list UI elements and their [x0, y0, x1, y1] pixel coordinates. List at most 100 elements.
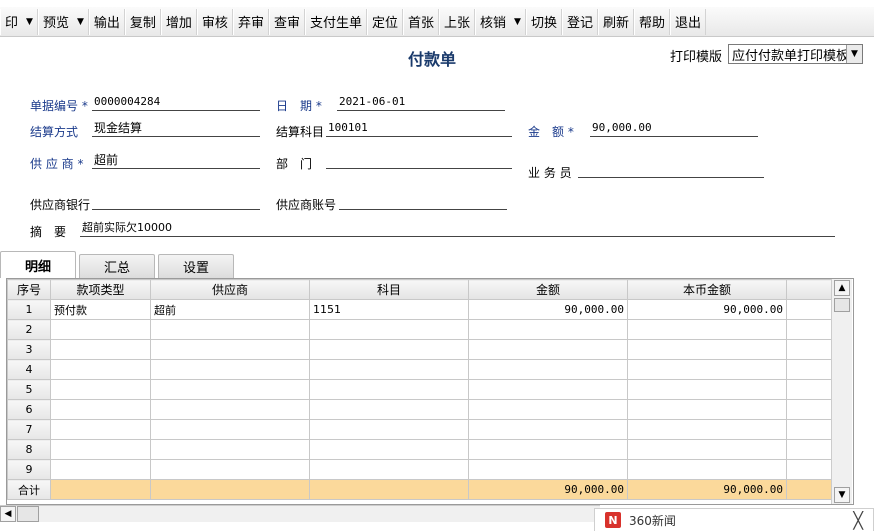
tab-detail[interactable]: 明细: [0, 251, 76, 278]
tab-summary[interactable]: 汇总: [79, 254, 155, 278]
salesperson-field[interactable]: [578, 162, 764, 178]
table-row[interactable]: 9: [7, 459, 835, 480]
cell-amount[interactable]: [468, 339, 628, 360]
cell-type[interactable]: [50, 459, 151, 480]
toolbar-button-17[interactable]: 退出: [670, 8, 707, 35]
toolbar-button-8[interactable]: 支付生单: [304, 8, 367, 35]
cell-account[interactable]: [309, 419, 469, 440]
cell-amount[interactable]: [468, 439, 628, 460]
cell-account[interactable]: [309, 379, 469, 400]
print-template-select[interactable]: 应付付款单打印模板 ▼: [728, 44, 863, 64]
cell-local-amount[interactable]: [627, 439, 787, 460]
scroll-thumb[interactable]: [834, 298, 850, 312]
scroll-left-icon[interactable]: ◀: [0, 506, 16, 522]
summary-field[interactable]: 超前实际欠10000: [80, 221, 835, 237]
cell-type[interactable]: [50, 439, 151, 460]
cell-type[interactable]: [50, 359, 151, 380]
cell-account[interactable]: [309, 459, 469, 480]
cell-supplier[interactable]: [150, 319, 310, 340]
vertical-scrollbar[interactable]: ▲ ▼: [831, 279, 852, 504]
toolbar-button-5[interactable]: 审核: [196, 8, 233, 35]
settle-account-field[interactable]: 100101: [326, 121, 512, 137]
cell-local-amount[interactable]: [627, 459, 787, 480]
cell-account[interactable]: [309, 319, 469, 340]
caret-down-icon[interactable]: ▼: [514, 17, 521, 27]
cell-type[interactable]: [50, 319, 151, 340]
toolbar-button-12[interactable]: 核销 ▼: [475, 8, 526, 35]
table-row[interactable]: 6: [7, 399, 835, 420]
cell-supplier[interactable]: [150, 339, 310, 360]
toolbar-button-1[interactable]: 预览 ▼: [37, 8, 89, 35]
cell-supplier[interactable]: [150, 419, 310, 440]
cell-supplier[interactable]: 超前: [150, 299, 310, 320]
cell-local-amount[interactable]: [627, 399, 787, 420]
table-row[interactable]: 4: [7, 359, 835, 380]
cell-local-amount[interactable]: [627, 379, 787, 400]
caret-down-icon[interactable]: ▼: [26, 17, 33, 27]
cell-account[interactable]: [309, 439, 469, 460]
cell-amount[interactable]: [468, 419, 628, 440]
column-header[interactable]: 科目: [309, 279, 469, 300]
cell-amount[interactable]: [468, 319, 628, 340]
department-field[interactable]: [326, 153, 512, 169]
toolbar-button-6[interactable]: 弃审: [232, 8, 269, 35]
cell-account[interactable]: [309, 339, 469, 360]
cell-type[interactable]: [50, 379, 151, 400]
cell-supplier[interactable]: [150, 399, 310, 420]
supplier-account-field[interactable]: [339, 194, 507, 210]
cell-local-amount[interactable]: [627, 419, 787, 440]
table-row[interactable]: 8: [7, 439, 835, 460]
cell-supplier[interactable]: [150, 459, 310, 480]
cell-supplier[interactable]: [150, 379, 310, 400]
cell-type[interactable]: 预付款: [50, 299, 151, 320]
scroll-up-icon[interactable]: ▲: [834, 280, 850, 296]
cell-type[interactable]: [50, 419, 151, 440]
date-field[interactable]: 2021-06-01: [337, 95, 505, 111]
cell-amount[interactable]: [468, 399, 628, 420]
settle-method-field[interactable]: 现金结算: [92, 121, 260, 137]
supplier-bank-field[interactable]: [92, 194, 260, 210]
toolbar-button-13[interactable]: 切换: [525, 8, 562, 35]
toolbar-button-9[interactable]: 定位: [366, 8, 403, 35]
cell-local-amount[interactable]: [627, 359, 787, 380]
toolbar-button-15[interactable]: 刷新: [598, 8, 635, 35]
toolbar-button-3[interactable]: 复制: [124, 8, 161, 35]
chevron-down-icon[interactable]: ▼: [846, 45, 862, 63]
cell-supplier[interactable]: [150, 359, 310, 380]
table-row[interactable]: 3: [7, 339, 835, 360]
toolbar-button-7[interactable]: 查审: [268, 8, 305, 35]
cell-amount[interactable]: [468, 459, 628, 480]
close-icon[interactable]: ╳: [853, 511, 863, 530]
toolbar-button-14[interactable]: 登记: [561, 8, 598, 35]
toolbar-button-16[interactable]: 帮助: [634, 8, 671, 35]
toolbar-button-2[interactable]: 输出: [88, 8, 125, 35]
column-header[interactable]: 款项类型: [50, 279, 151, 300]
toolbar-button-11[interactable]: 上张: [439, 8, 476, 35]
column-header[interactable]: 供应商: [150, 279, 310, 300]
cell-amount[interactable]: [468, 359, 628, 380]
supplier-field[interactable]: 超前: [92, 153, 260, 169]
doc-no-field[interactable]: 0000004284: [92, 95, 260, 111]
scroll-down-icon[interactable]: ▼: [834, 487, 850, 503]
table-row[interactable]: 1 预付款 超前 1151 90,000.00 90,000.00: [7, 299, 835, 320]
table-row[interactable]: 7: [7, 419, 835, 440]
amount-field[interactable]: 90,000.00: [590, 121, 758, 137]
cell-supplier[interactable]: [150, 439, 310, 460]
cell-local-amount[interactable]: 90,000.00: [627, 299, 787, 320]
cell-type[interactable]: [50, 399, 151, 420]
table-row[interactable]: 5: [7, 379, 835, 400]
cell-amount[interactable]: 90,000.00: [468, 299, 628, 320]
cell-type[interactable]: [50, 339, 151, 360]
column-header[interactable]: 序号: [7, 279, 51, 300]
tab-settings[interactable]: 设置: [158, 254, 234, 278]
cell-local-amount[interactable]: [627, 339, 787, 360]
horizontal-scrollbar[interactable]: ◀: [0, 505, 600, 522]
cell-local-amount[interactable]: [627, 319, 787, 340]
toolbar-button-4[interactable]: 增加: [160, 8, 197, 35]
cell-account[interactable]: 1151: [309, 299, 469, 320]
toolbar-button-10[interactable]: 首张: [403, 8, 440, 35]
column-header[interactable]: 金额: [468, 279, 628, 300]
news-notification[interactable]: N 360新闻 ╳: [594, 508, 874, 531]
column-header[interactable]: 本币金额: [627, 279, 787, 300]
toolbar-button-0[interactable]: 印 ▼: [0, 8, 38, 35]
